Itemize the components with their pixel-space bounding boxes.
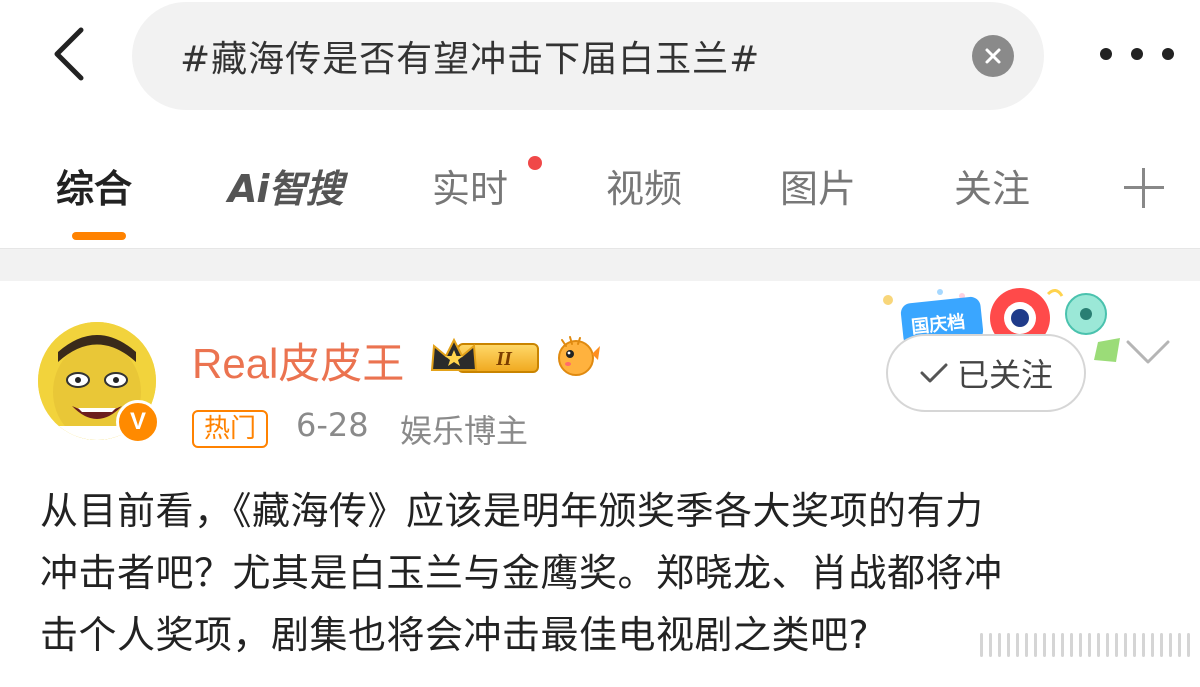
top-bar: #藏海传是否有望冲击下届白玉兰# [0, 0, 1200, 125]
follow-button[interactable]: 已关注 [886, 334, 1086, 412]
pufferfish-icon [558, 336, 600, 376]
clear-search-button[interactable] [972, 35, 1014, 77]
level-badge-text: II [495, 348, 513, 370]
tab-images[interactable]: 图片 [780, 158, 856, 213]
back-arrow-icon [54, 27, 84, 81]
more-button[interactable] [1100, 36, 1174, 72]
tab-video[interactable]: 视频 [606, 158, 682, 213]
verified-badge: V [116, 400, 160, 444]
tab-comprehensive[interactable]: 综合 [56, 158, 132, 213]
check-icon [920, 363, 948, 383]
follow-label: 已关注 [956, 356, 1053, 394]
search-query: #藏海传是否有望冲击下届白玉兰# [180, 39, 761, 80]
more-icon [1100, 48, 1112, 60]
clear-icon [985, 48, 1001, 64]
chevron-down-icon [1126, 340, 1170, 364]
more-icon-dot [1162, 48, 1174, 60]
hot-tag: 热门 [192, 410, 269, 448]
post-menu-button[interactable] [1124, 334, 1172, 370]
user-role: 娱乐博主 [400, 412, 529, 450]
tab-following[interactable]: 关注 [954, 158, 1030, 213]
back-button[interactable] [40, 26, 96, 82]
post-line: 从目前看，《藏海传》应该是明年颁奖季各大奖项的有力 [40, 489, 984, 533]
post-line: 冲击者吧？尤其是白玉兰与金鹰奖。郑晓龙、肖战都将冲 [40, 551, 1003, 595]
author-name[interactable]: Real皮皮王 [192, 330, 404, 391]
active-tab-indicator [72, 232, 126, 240]
plus-icon[interactable] [1122, 166, 1166, 210]
post-date: 6-28 [296, 406, 369, 444]
expand-text-icon[interactable] [980, 630, 1190, 660]
search-input[interactable]: #藏海传是否有望冲击下届白玉兰# [132, 2, 1044, 110]
notification-dot [528, 156, 542, 170]
section-divider [0, 248, 1200, 281]
more-icon-dot [1131, 48, 1143, 60]
tab-bar: 综合 Ai智搜 实时 视频 图片 关注 [0, 140, 1200, 248]
tab-ai-search[interactable]: Ai智搜 [228, 158, 343, 213]
crown-badge-icon: II [430, 337, 539, 373]
tab-realtime[interactable]: 实时 [432, 158, 508, 213]
